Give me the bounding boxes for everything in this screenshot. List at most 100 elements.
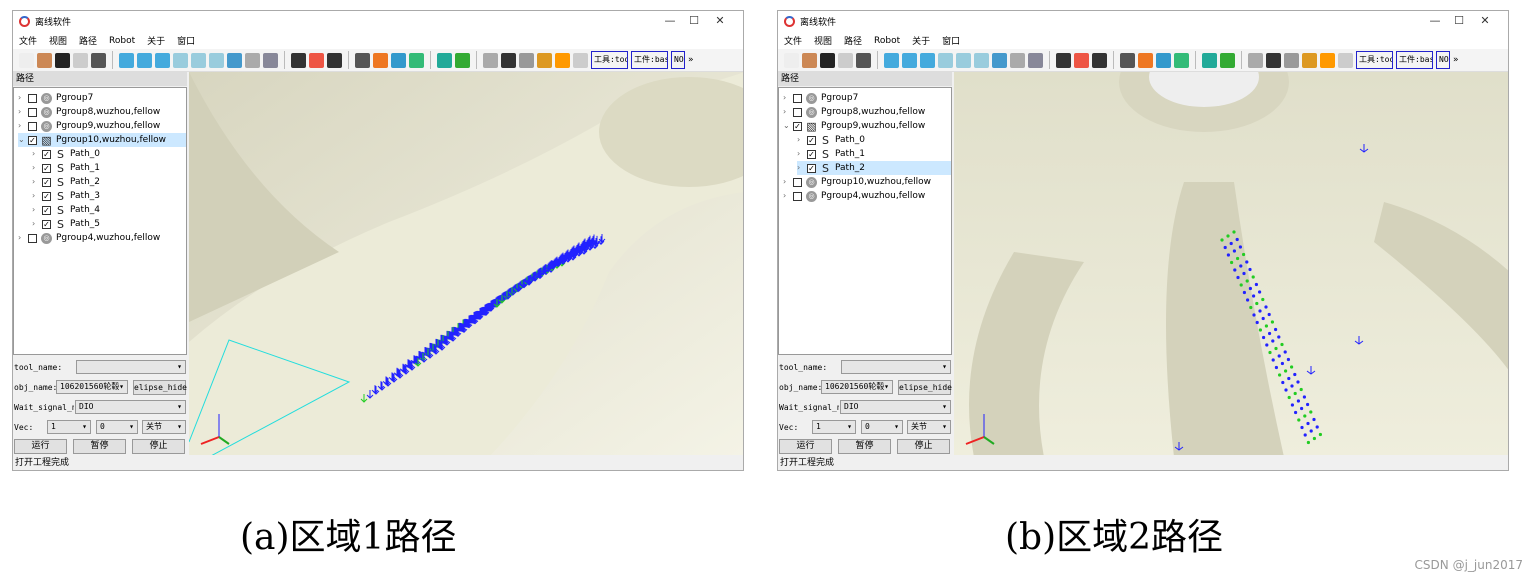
- frame-icon[interactable]: [327, 52, 342, 68]
- palette-icon[interactable]: [501, 52, 516, 68]
- checkbox[interactable]: ✓: [42, 177, 51, 187]
- save-icon[interactable]: [91, 52, 106, 68]
- monitor-icon[interactable]: [1220, 52, 1235, 68]
- toolbar-field-0[interactable]: 工具:too: [1356, 51, 1393, 69]
- checkbox[interactable]: ✓: [807, 163, 816, 173]
- menu-item-2[interactable]: 路径: [79, 34, 97, 47]
- stop-button[interactable]: 停止: [897, 439, 950, 454]
- gripper-icon[interactable]: [483, 52, 498, 68]
- path-tree[interactable]: › ◎ Pgroup7 › ◎ Pgroup8,wuzhou,fellow ⌄ ✓ ▧ Pgrou…: [778, 87, 952, 355]
- path-icon[interactable]: [1056, 52, 1071, 68]
- chevron-right-icon[interactable]: ›: [32, 217, 42, 231]
- toolbar-field-0[interactable]: 工具:too: [591, 51, 628, 69]
- zoom-icon[interactable]: [245, 52, 260, 68]
- chevron-right-icon[interactable]: ›: [32, 161, 42, 175]
- checkbox[interactable]: ✓: [42, 205, 51, 215]
- chevron-right-icon[interactable]: ›: [783, 189, 793, 203]
- gear-icon[interactable]: [519, 52, 534, 68]
- home-icon[interactable]: [263, 52, 278, 68]
- save-icon[interactable]: [856, 52, 871, 68]
- chevron-right-icon[interactable]: ›: [783, 91, 793, 105]
- robot-icon[interactable]: [55, 52, 70, 68]
- bot-icon[interactable]: [391, 52, 406, 68]
- arm-icon[interactable]: [1138, 52, 1153, 68]
- menu-item-3[interactable]: Robot: [109, 36, 135, 46]
- menu-item-2[interactable]: 路径: [844, 34, 862, 47]
- robot-icon[interactable]: [820, 52, 835, 68]
- toolbar-field-1[interactable]: 工件:bas: [631, 51, 668, 69]
- tree-item[interactable]: › ◎ Pgroup10,wuzhou,fellow: [783, 175, 931, 189]
- menu-item-4[interactable]: 关于: [147, 34, 165, 47]
- vec-mode-select[interactable]: 关节: [142, 420, 186, 434]
- monitor-icon[interactable]: [455, 52, 470, 68]
- tree-item[interactable]: ⌄ ✓ ▧ Pgroup10,wuzhou,fellow: [18, 133, 186, 147]
- run-button[interactable]: 运行: [14, 439, 67, 454]
- chevron-right-icon[interactable]: ›: [783, 175, 793, 189]
- checkbox[interactable]: [28, 93, 37, 103]
- checkbox[interactable]: ✓: [42, 219, 51, 229]
- tree-item[interactable]: › ◎ Pgroup8,wuzhou,fellow: [783, 105, 925, 119]
- checkbox[interactable]: ✓: [42, 191, 51, 201]
- obj-name-select[interactable]: 106201560轮毂: [56, 380, 128, 394]
- tree-item[interactable]: › ✓ S Path_2: [797, 161, 951, 175]
- gripper-icon[interactable]: [1248, 52, 1263, 68]
- menu-item-0[interactable]: 文件: [19, 34, 37, 47]
- open-model-icon[interactable]: [37, 52, 52, 68]
- 3d-viewport-scene[interactable]: [189, 72, 743, 455]
- target-icon[interactable]: [1074, 52, 1089, 68]
- doc-icon[interactable]: [355, 52, 370, 68]
- shield-icon[interactable]: [409, 52, 424, 68]
- menu-item-0[interactable]: 文件: [784, 34, 802, 47]
- elipse-hide-button[interactable]: elipse_hide: [133, 380, 187, 395]
- view-top-icon[interactable]: [191, 52, 206, 68]
- tool-name-select[interactable]: [76, 360, 186, 374]
- tree-item[interactable]: › ◎ Pgroup7: [18, 91, 93, 105]
- toolbar-field-2[interactable]: NO,: [671, 51, 685, 69]
- obj-name-select[interactable]: 106201560轮毂: [821, 380, 893, 394]
- checkbox[interactable]: ✓: [807, 135, 816, 145]
- wait-signal-select[interactable]: DIO: [840, 400, 951, 414]
- path-icon[interactable]: [291, 52, 306, 68]
- maximize-button[interactable]: ☐: [1452, 14, 1466, 27]
- minimize-button[interactable]: —: [1428, 14, 1442, 27]
- menu-item-1[interactable]: 视图: [49, 34, 67, 47]
- chevron-right-icon[interactable]: ›: [32, 203, 42, 217]
- open-folder-icon[interactable]: [73, 52, 88, 68]
- tree-item[interactable]: › ✓ S Path_1: [797, 147, 865, 161]
- tree-item[interactable]: › ◎ Pgroup4,wuzhou,fellow: [18, 231, 160, 245]
- checkbox[interactable]: [28, 107, 37, 117]
- path-tree[interactable]: › ◎ Pgroup7 › ◎ Pgroup8,wuzhou,fellow › ◎ Pgroup…: [13, 87, 187, 355]
- arm-icon[interactable]: [373, 52, 388, 68]
- viewport[interactable]: [954, 72, 1508, 455]
- minimize-button[interactable]: —: [663, 14, 677, 27]
- tree-item[interactable]: › ✓ S Path_5: [32, 217, 100, 231]
- tree-item[interactable]: › ✓ S Path_0: [797, 133, 865, 147]
- wait-signal-select[interactable]: DIO: [75, 400, 186, 414]
- checkbox[interactable]: ✓: [793, 121, 802, 131]
- bot-icon[interactable]: [1156, 52, 1171, 68]
- axes-icon[interactable]: [1302, 52, 1317, 68]
- zoom-icon[interactable]: [1010, 52, 1025, 68]
- shield-icon[interactable]: [1174, 52, 1189, 68]
- view-back-icon[interactable]: [902, 52, 917, 68]
- chevron-right-icon[interactable]: ›: [18, 91, 28, 105]
- shield2-icon[interactable]: [437, 52, 452, 68]
- home-icon[interactable]: [1028, 52, 1043, 68]
- vec-select-2[interactable]: 0: [96, 420, 138, 434]
- tree-item[interactable]: › ✓ S Path_0: [32, 147, 100, 161]
- sun-icon[interactable]: [555, 52, 570, 68]
- open-folder-icon[interactable]: [838, 52, 853, 68]
- doc-icon[interactable]: [1120, 52, 1135, 68]
- tool-name-select[interactable]: [841, 360, 951, 374]
- checkbox[interactable]: ✓: [28, 135, 37, 145]
- tree-item[interactable]: › ✓ S Path_4: [32, 203, 100, 217]
- tree-item[interactable]: › ◎ Pgroup9,wuzhou,fellow: [18, 119, 160, 133]
- view-top-icon[interactable]: [956, 52, 971, 68]
- tree-item[interactable]: › ✓ S Path_2: [32, 175, 100, 189]
- chevron-right-icon[interactable]: ›: [797, 133, 807, 147]
- checkbox[interactable]: [28, 121, 37, 131]
- chevron-right-icon[interactable]: ›: [32, 147, 42, 161]
- chevron-right-icon[interactable]: ›: [18, 231, 28, 245]
- menu-item-3[interactable]: Robot: [874, 36, 900, 46]
- view-left-icon[interactable]: [155, 52, 170, 68]
